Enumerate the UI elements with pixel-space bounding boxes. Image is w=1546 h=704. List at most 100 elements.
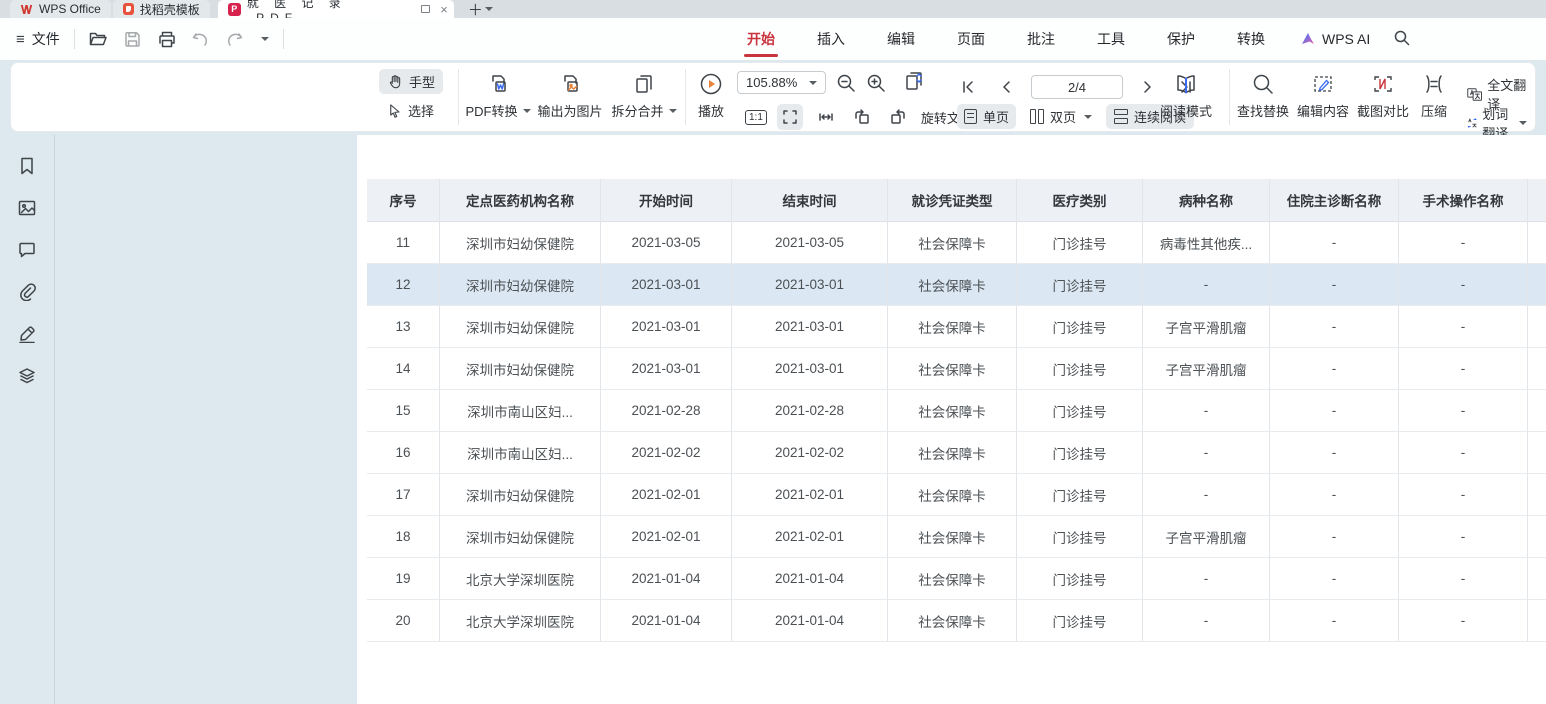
screenshot-compare-button[interactable]: 截图对比 xyxy=(1353,71,1413,120)
attachment-icon[interactable] xyxy=(16,281,38,303)
table-cell: 13 xyxy=(367,306,440,348)
redo-icon[interactable] xyxy=(225,29,245,49)
wps-ai-label: WPS AI xyxy=(1322,31,1370,47)
book-icon xyxy=(1173,71,1199,97)
prev-page-icon[interactable] xyxy=(993,74,1019,100)
table-cell: 门诊挂号 xyxy=(1017,600,1143,642)
tab-docer-templates[interactable]: 找稻壳模板 xyxy=(113,0,210,18)
table-cell: - xyxy=(1399,222,1528,264)
menu-item-edit[interactable]: 编辑 xyxy=(866,18,936,60)
table-cell: 18 xyxy=(367,516,440,558)
page-number-input[interactable]: 2/4 xyxy=(1031,75,1123,99)
tab-close-icon[interactable]: × xyxy=(440,3,448,16)
divider xyxy=(283,29,284,49)
table-cell: - xyxy=(1399,390,1528,432)
table-cell xyxy=(1528,558,1546,600)
open-file-icon[interactable] xyxy=(89,29,109,49)
table-cell: 19 xyxy=(367,558,440,600)
single-page-label: 单页 xyxy=(983,107,1009,126)
thumbnail-icon[interactable] xyxy=(16,197,38,219)
table-cell: 2021-03-01 xyxy=(732,348,888,390)
table-cell: - xyxy=(1399,432,1528,474)
tab-active-document[interactable]: P 就 医 记 录 .PDF × xyxy=(218,0,454,18)
tab-list-chevron-icon[interactable] xyxy=(485,7,493,11)
print-icon[interactable] xyxy=(157,29,177,49)
undo-icon[interactable] xyxy=(191,29,211,49)
table-cell: 门诊挂号 xyxy=(1017,390,1143,432)
menu-item-comment[interactable]: 批注 xyxy=(1006,18,1076,60)
table-cell xyxy=(1528,600,1546,642)
double-page-button[interactable]: 双页 xyxy=(1024,104,1098,129)
find-replace-button[interactable]: 查找替换 xyxy=(1233,71,1293,120)
table-cell xyxy=(1528,474,1546,516)
menu-item-wps-ai[interactable]: WPS AI xyxy=(1286,31,1384,47)
export-image-label: 输出为图片 xyxy=(537,101,602,120)
table-cell: 门诊挂号 xyxy=(1017,474,1143,516)
table-cell: - xyxy=(1399,558,1528,600)
single-page-icon xyxy=(964,109,977,124)
divider xyxy=(458,69,459,125)
hamburger-icon: ≡ xyxy=(16,31,25,48)
menu-item-insert[interactable]: 插入 xyxy=(796,18,866,60)
table-cell: 社会保障卡 xyxy=(888,558,1017,600)
tab-wps-office[interactable]: WPS Office xyxy=(10,0,111,18)
bookmark-icon[interactable] xyxy=(16,155,38,177)
comment-icon[interactable] xyxy=(16,239,38,261)
export-image-button[interactable]: 输出为图片 xyxy=(533,71,607,120)
table-row: 12深圳市妇幼保健院2021-03-012021-03-01社会保障卡门诊挂号-… xyxy=(367,264,1546,306)
save-icon[interactable] xyxy=(123,29,143,49)
hand-icon xyxy=(387,74,403,90)
pdf-convert-button[interactable]: PDF转换 xyxy=(463,71,533,120)
table-row: 13深圳市妇幼保健院2021-03-012021-03-01社会保障卡门诊挂号子… xyxy=(367,306,1546,348)
menu-item-home[interactable]: 开始 xyxy=(726,18,796,60)
table-cell: - xyxy=(1270,474,1399,516)
zoom-in-icon[interactable] xyxy=(863,70,889,96)
table-cell: 深圳市南山区妇... xyxy=(440,390,601,432)
table-cell: 2021-02-01 xyxy=(601,516,732,558)
play-button[interactable]: 播放 xyxy=(691,71,731,120)
rotate-pages-icon[interactable] xyxy=(901,69,927,95)
pdf-convert-icon xyxy=(485,71,511,97)
signature-icon[interactable] xyxy=(16,323,38,345)
divider xyxy=(685,69,686,125)
edit-content-button[interactable]: 编辑内容 xyxy=(1293,71,1353,120)
split-merge-button[interactable]: 拆分合并 xyxy=(607,71,681,120)
fit-width-button[interactable] xyxy=(813,104,839,130)
select-tool-button[interactable]: 选择 xyxy=(379,98,443,123)
double-page-label: 双页 xyxy=(1050,107,1076,126)
table-cell: - xyxy=(1399,600,1528,642)
menu-item-convert[interactable]: 转换 xyxy=(1216,18,1286,60)
rotate-left-icon[interactable] xyxy=(849,104,875,130)
new-tab-button[interactable]: ＋ xyxy=(468,0,483,20)
actual-size-button[interactable]: 1:1 xyxy=(745,110,767,125)
first-page-icon[interactable] xyxy=(955,74,981,100)
table-cell: 北京大学深圳医院 xyxy=(440,558,601,600)
table-cell: 2021-01-04 xyxy=(732,600,888,642)
menu-item-page[interactable]: 页面 xyxy=(936,18,1006,60)
rotate-right-icon[interactable] xyxy=(885,104,911,130)
tab-restore-icon[interactable] xyxy=(421,5,430,13)
chevron-down-icon xyxy=(669,109,677,113)
table-cell: 深圳市南山区妇... xyxy=(440,432,601,474)
single-page-button[interactable]: 单页 xyxy=(957,104,1016,129)
chevron-down-icon xyxy=(809,81,817,85)
menu-search-icon[interactable] xyxy=(1384,30,1420,49)
hand-tool-button[interactable]: 手型 xyxy=(379,69,443,94)
file-menu[interactable]: ≡ 文件 xyxy=(16,29,60,49)
menu-item-protect[interactable]: 保护 xyxy=(1146,18,1216,60)
layers-icon[interactable] xyxy=(16,365,38,387)
table-cell: - xyxy=(1143,432,1270,474)
compress-button[interactable]: 压缩 xyxy=(1411,71,1457,120)
table-cell: 2021-03-01 xyxy=(601,264,732,306)
zoom-out-icon[interactable] xyxy=(833,70,859,96)
table-cell: 子宫平滑肌瘤 xyxy=(1143,348,1270,390)
zoom-level-dropdown[interactable]: 105.88% xyxy=(737,71,826,94)
read-mode-button[interactable]: 阅读模式 xyxy=(1157,71,1215,120)
table-cell: - xyxy=(1270,390,1399,432)
pdf-file-icon: P xyxy=(228,3,241,16)
menu-item-tools[interactable]: 工具 xyxy=(1076,18,1146,60)
more-actions-chevron-icon[interactable] xyxy=(261,37,269,41)
table-cell: 2021-02-01 xyxy=(601,474,732,516)
fit-page-button[interactable] xyxy=(777,104,803,130)
window-tab-bar: WPS Office 找稻壳模板 P 就 医 记 录 .PDF × ＋ xyxy=(0,0,1546,18)
